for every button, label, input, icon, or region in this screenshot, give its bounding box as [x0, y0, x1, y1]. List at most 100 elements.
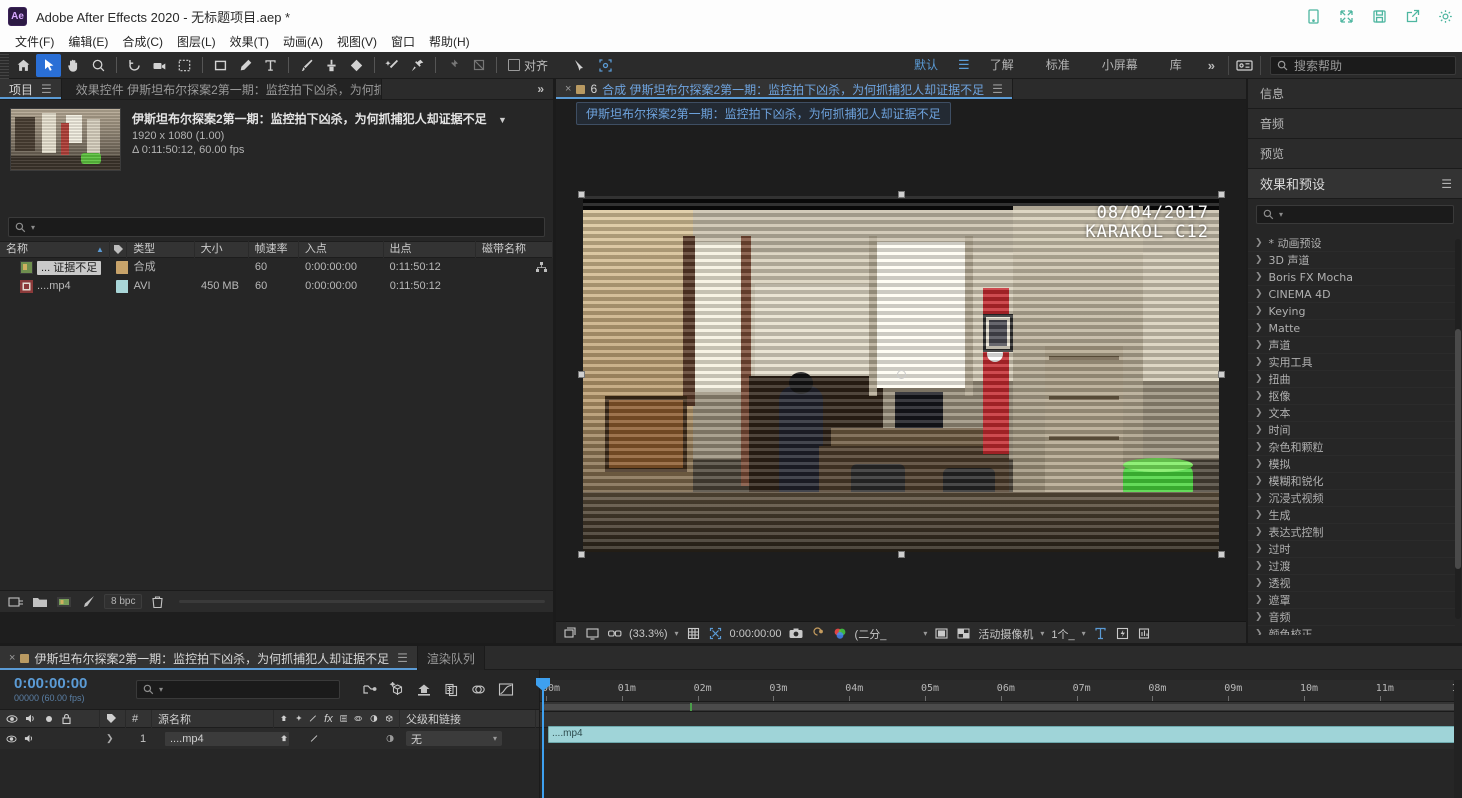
effect-category-item[interactable]: ❯音频 [1248, 609, 1455, 626]
effect-category-item[interactable]: ❯实用工具 [1248, 354, 1455, 371]
search-help-field[interactable]: 搜索帮助 [1270, 56, 1456, 75]
chevron-right-icon[interactable]: ❯ [1255, 595, 1263, 605]
main-viewer-icon[interactable] [585, 626, 600, 641]
effect-category-item[interactable]: ❯Keying [1248, 303, 1455, 320]
effect-category-item[interactable]: ❯过时 [1248, 541, 1455, 558]
chevron-right-icon[interactable]: ❯ [1255, 306, 1263, 316]
timeline-ruler[interactable]: 00m01m02m03m04m05m06m07m08m09m10m11m1 [540, 680, 1462, 702]
chevron-right-icon[interactable]: ❯ [1255, 340, 1263, 350]
new-composition-icon[interactable] [56, 595, 72, 609]
panel-info[interactable]: 信息 [1248, 79, 1462, 109]
transform-handle[interactable] [1218, 371, 1225, 378]
brush-tool-icon[interactable] [294, 54, 319, 77]
effects-scrollbar-thumb[interactable] [1455, 329, 1461, 569]
anchor-point-tool-icon[interactable] [172, 54, 197, 77]
timeline-search-input[interactable]: ▾ [136, 680, 340, 699]
effects-list[interactable]: ❯* 动画预设❯3D 声道❯Boris FX Mocha❯CINEMA 4D❯K… [1248, 235, 1455, 635]
column-out-point[interactable]: 出点 [384, 241, 476, 258]
composition-viewer[interactable]: 08/04/2017 KARAKOL C12 [556, 126, 1246, 621]
effects-search-input[interactable]: ▾ [1256, 205, 1454, 224]
effect-category-item[interactable]: ❯扭曲 [1248, 371, 1455, 388]
puppet-overlap-tool-icon[interactable] [441, 54, 466, 77]
effect-category-item[interactable]: ❯生成 [1248, 507, 1455, 524]
column-name[interactable]: 名称 ▲ [0, 241, 110, 258]
panel-menu-icon[interactable]: ☰ [397, 651, 408, 665]
chevron-right-icon[interactable]: ❯ [1255, 425, 1263, 435]
adjustment-switch-icon[interactable] [386, 733, 394, 744]
zoom-dropdown-icon[interactable]: ▾ [675, 629, 679, 638]
column-type[interactable]: 类型 [127, 241, 194, 258]
preferences-gear-icon[interactable] [1429, 0, 1462, 32]
tab-project[interactable]: 项目 ☰ [0, 79, 62, 99]
search-dropdown-icon[interactable]: ▾ [31, 223, 35, 232]
effect-category-item[interactable]: ❯模拟 [1248, 456, 1455, 473]
snap-toggle[interactable]: 对齐 [502, 57, 554, 74]
label-color-swatch[interactable] [116, 280, 128, 293]
transform-handle[interactable] [1218, 191, 1225, 198]
column-label[interactable] [110, 241, 127, 258]
chevron-right-icon[interactable]: ❯ [1255, 374, 1263, 384]
effect-category-item[interactable]: ❯3D 声道 [1248, 252, 1455, 269]
work-area-fill[interactable] [544, 704, 1458, 710]
always-preview-icon[interactable] [563, 626, 578, 641]
delete-icon[interactable] [150, 595, 165, 609]
text-tool-icon[interactable] [258, 54, 283, 77]
search-dropdown-icon[interactable]: ▾ [159, 685, 163, 694]
effect-category-item[interactable]: ❯Boris FX Mocha [1248, 269, 1455, 286]
region-of-interest-icon[interactable] [708, 626, 723, 641]
take-snapshot-icon[interactable] [789, 626, 804, 641]
workspace-edit-icon[interactable] [1232, 54, 1257, 77]
current-timecode[interactable]: 0:00:00:00 [14, 676, 118, 691]
work-area-bar[interactable] [540, 702, 1462, 712]
3d-glasses-icon[interactable] [607, 626, 622, 641]
hand-tool-icon[interactable] [61, 54, 86, 77]
effect-category-item[interactable]: ❯表达式控制 [1248, 524, 1455, 541]
workspace-tab-standard[interactable]: 标准 [1030, 52, 1086, 79]
chevron-right-icon[interactable]: ❯ [1255, 561, 1263, 571]
breadcrumb-item[interactable]: 伊斯坦布尔探案2第一期：监控拍下凶杀，为何抓捕犯人却证据不足 [576, 102, 951, 125]
effect-category-item[interactable]: ❯Matte [1248, 320, 1455, 337]
selection-tool-icon[interactable] [36, 54, 61, 77]
menu-item-4[interactable]: 效果(T) [223, 32, 276, 52]
save-icon[interactable] [1363, 0, 1396, 32]
shy-switch-icon[interactable] [280, 733, 288, 744]
effect-category-item[interactable]: ❯过渡 [1248, 558, 1455, 575]
effect-category-item[interactable]: ❯透视 [1248, 575, 1455, 592]
chevron-right-icon[interactable]: ❯ [1255, 578, 1263, 588]
panel-effects-and-presets[interactable]: 效果和预设 ☰ [1248, 169, 1462, 199]
chevron-right-icon[interactable]: ❯ [1255, 289, 1263, 299]
transform-handle[interactable] [898, 551, 905, 558]
search-dropdown-icon[interactable]: ▾ [1279, 210, 1283, 219]
table-row[interactable]: ....mp4 AVI 450 MB 60 0:00:00:00 0:11:50… [0, 277, 553, 296]
project-tabs-overflow-icon[interactable]: » [528, 79, 553, 99]
pixel-aspect-correction-icon[interactable] [1093, 626, 1108, 641]
draft-3d-icon[interactable] [389, 682, 404, 697]
chevron-right-icon[interactable]: ❯ [1255, 612, 1263, 622]
workspace-menu-icon[interactable]: ☰ [954, 57, 974, 73]
chevron-right-icon[interactable]: ❯ [1255, 544, 1263, 554]
sync-settings-icon[interactable] [1330, 0, 1363, 32]
tab-render-queue[interactable]: 渲染队列 [418, 646, 485, 670]
timeline-right-scrollbar[interactable] [1454, 680, 1462, 798]
project-settings-icon[interactable] [80, 595, 96, 609]
effect-category-item[interactable]: ❯颜色校正 [1248, 626, 1455, 635]
effect-category-item[interactable]: ❯* 动画预设 [1248, 235, 1455, 252]
work-area-marker[interactable] [690, 703, 692, 711]
show-snapshot-icon[interactable] [811, 626, 826, 641]
snap-grid-icon[interactable] [593, 54, 618, 77]
region-interest-toggle-icon[interactable] [934, 626, 949, 641]
hide-shy-layers-icon[interactable] [416, 682, 432, 697]
transform-handle[interactable] [1218, 551, 1225, 558]
zoom-level[interactable]: (33.3%) [629, 628, 668, 640]
chevron-right-icon[interactable]: ❯ [1255, 323, 1263, 333]
tab-effect-controls[interactable]: 效果控件 伊斯坦布尔探案2第一期：监控拍下凶杀，为何抓捕犯人却 [62, 79, 382, 99]
transform-handle[interactable] [898, 191, 905, 198]
new-folder-icon[interactable] [32, 595, 48, 609]
toolbar-grip[interactable] [0, 52, 9, 79]
chevron-down-icon[interactable]: ▼ [498, 115, 507, 125]
menu-item-1[interactable]: 编辑(E) [61, 32, 115, 52]
rotation-tool-icon[interactable] [122, 54, 147, 77]
composition-timecode[interactable]: 0:00:00:00 [730, 628, 782, 640]
puppet-starch-tool-icon[interactable] [466, 54, 491, 77]
home-icon[interactable] [11, 54, 36, 77]
